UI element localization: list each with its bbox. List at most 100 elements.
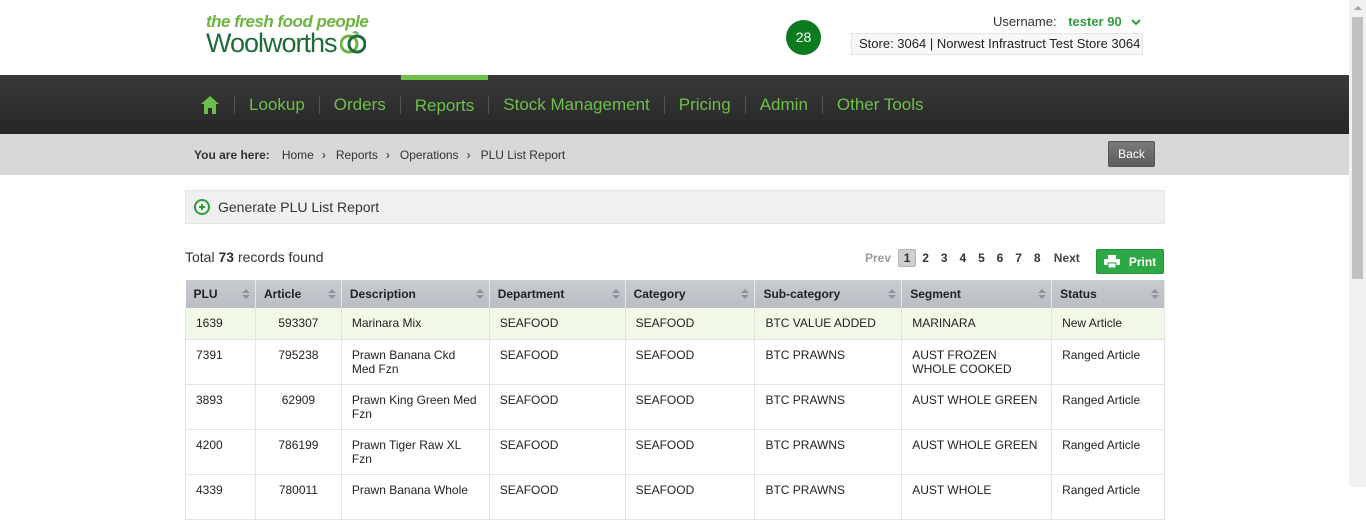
sort-icon[interactable]	[327, 289, 336, 301]
pagination-page[interactable]: 8	[1028, 249, 1046, 267]
cell-sub-category: BTC PRAWNS	[754, 474, 903, 520]
nav-item-stock-management[interactable]: Stock Management	[489, 75, 663, 134]
nav-item-other-tools[interactable]: Other Tools	[823, 75, 938, 134]
print-label: Print	[1128, 254, 1157, 269]
pagination-next[interactable]: Next	[1054, 251, 1080, 265]
table-header-row: PLU Article Description Department Categ…	[185, 280, 1165, 308]
records-suffix: records found	[237, 249, 324, 265]
column-header-segment[interactable]: Segment	[901, 280, 1053, 308]
brand-name: Woolworths	[206, 28, 338, 58]
breadcrumb-home[interactable]: Home	[282, 148, 314, 162]
pagination-page[interactable]: 4	[954, 249, 972, 267]
nav-item-reports[interactable]: Reports	[400, 75, 489, 134]
chevron-right-icon: ›	[385, 147, 390, 162]
cell-sub-category: BTC PRAWNS	[754, 429, 903, 475]
cell-plu: 3893	[185, 384, 256, 430]
column-header-status[interactable]: Status	[1051, 280, 1165, 308]
plus-circle-icon	[194, 199, 210, 215]
back-button[interactable]: Back	[1108, 141, 1155, 167]
cell-sub-category: BTC PRAWNS	[754, 339, 903, 385]
cell-description: Prawn Banana Ckd Med Fzn	[341, 339, 490, 385]
plu-report-table: PLU Article Description Department Categ…	[185, 280, 1165, 520]
pagination-page[interactable]: 1	[898, 249, 917, 267]
cell-segment: AUST WHOLE GREEN	[901, 384, 1053, 430]
nav-item-pricing[interactable]: Pricing	[665, 75, 745, 134]
records-summary: Total 73 records found	[185, 249, 324, 265]
pagination-page[interactable]: 5	[972, 249, 990, 267]
nav-item-lookup[interactable]: Lookup	[235, 75, 319, 134]
cell-category: SEAFOOD	[625, 429, 756, 475]
table-row[interactable]: 1639 593307 Marinara Mix SEAFOOD SEAFOOD…	[185, 308, 1165, 340]
sort-icon[interactable]	[241, 289, 250, 301]
records-prefix: Total	[185, 249, 215, 265]
table-row[interactable]: 4200 786199 Prawn Tiger Raw XL Fzn SEAFO…	[185, 429, 1165, 475]
cell-status: Ranged Article	[1051, 429, 1165, 475]
username-label: Username:	[993, 14, 1057, 29]
sort-icon[interactable]	[611, 289, 620, 301]
table-row[interactable]: 4339 780011 Prawn Banana Whole SEAFOOD S…	[185, 474, 1165, 520]
column-header-article[interactable]: Article	[255, 280, 342, 308]
cell-segment: AUST FROZEN WHOLE COOKED	[901, 339, 1053, 385]
breadcrumb-current: PLU List Report	[480, 147, 566, 162]
home-icon[interactable]	[194, 75, 226, 134]
cell-segment: AUST WHOLE	[901, 474, 1053, 520]
nav-item-admin[interactable]: Admin	[746, 75, 822, 134]
cell-sub-category: BTC VALUE ADDED	[754, 308, 903, 340]
pagination: Prev 1 2 3 4 5 6 7 8 Next	[865, 249, 1080, 267]
cell-department: SEAFOOD	[489, 339, 626, 385]
main-nav: Lookup Orders Reports Stock Management P…	[0, 75, 1349, 134]
printer-icon	[1103, 255, 1120, 268]
page-header: the fresh food people Woolworths 28 User…	[0, 0, 1349, 75]
cell-plu: 7391	[185, 339, 256, 385]
sort-icon[interactable]	[475, 289, 484, 301]
user-menu[interactable]: Username: tester 90	[993, 14, 1142, 29]
pagination-page[interactable]: 6	[991, 249, 1009, 267]
scrollbar-thumb[interactable]	[1352, 17, 1363, 279]
pagination-page[interactable]: 2	[917, 249, 935, 267]
cell-article: 780011	[255, 474, 342, 520]
cell-category: SEAFOOD	[625, 339, 756, 385]
column-header-sub-category[interactable]: Sub-category	[754, 280, 903, 308]
chevron-right-icon: ›	[466, 147, 471, 162]
cell-department: SEAFOOD	[489, 384, 626, 430]
pagination-page[interactable]: 7	[1010, 249, 1028, 267]
records-count: 73	[218, 249, 235, 265]
sort-icon[interactable]	[888, 289, 897, 301]
column-header-description[interactable]: Description	[341, 280, 490, 308]
breadcrumb-operations[interactable]: Operations	[400, 148, 459, 162]
chevron-down-icon[interactable]	[1131, 17, 1142, 29]
table-row[interactable]: 3893 62909 Prawn King Green Med Fzn SEAF…	[185, 384, 1165, 430]
sort-icon[interactable]	[741, 289, 750, 301]
breadcrumb-lead: You are here:	[194, 147, 270, 162]
cell-description: Prawn Banana Whole	[341, 474, 490, 520]
pagination-page[interactable]: 3	[935, 249, 953, 267]
cell-plu: 4339	[185, 474, 256, 520]
cell-segment: MARINARA	[901, 308, 1053, 340]
sort-icon[interactable]	[1038, 289, 1047, 301]
column-header-department[interactable]: Department	[489, 280, 626, 308]
cell-department: SEAFOOD	[489, 429, 626, 475]
cell-description: Prawn King Green Med Fzn	[341, 384, 490, 430]
breadcrumb-reports[interactable]: Reports	[336, 148, 378, 162]
username[interactable]: tester 90	[1068, 14, 1121, 29]
cell-category: SEAFOOD	[625, 474, 756, 520]
store-selector[interactable]: Store: 3064 | Norwest Infrastruct Test S…	[851, 33, 1143, 55]
cell-department: SEAFOOD	[489, 308, 626, 340]
scroll-up-icon[interactable]	[1354, 6, 1362, 10]
nav-item-orders[interactable]: Orders	[320, 75, 400, 134]
vertical-scrollbar[interactable]	[1349, 0, 1366, 487]
cell-plu: 1639	[185, 308, 256, 340]
print-button[interactable]: Print	[1096, 249, 1164, 274]
table-row[interactable]: 7391 795238 Prawn Banana Ckd Med Fzn SEA…	[185, 339, 1165, 385]
generate-report-panel[interactable]: Generate PLU List Report	[185, 190, 1165, 224]
pagination-prev[interactable]: Prev	[865, 251, 891, 265]
notification-badge[interactable]: 28	[786, 20, 821, 55]
column-header-plu[interactable]: PLU	[185, 280, 256, 308]
cell-plu: 4200	[185, 429, 256, 475]
generate-report-label: Generate PLU List Report	[218, 199, 380, 215]
cell-article: 62909	[255, 384, 342, 430]
sort-icon[interactable]	[1151, 289, 1159, 301]
woolworths-logo[interactable]: the fresh food people Woolworths	[206, 12, 369, 58]
cell-status: Ranged Article	[1051, 339, 1165, 385]
column-header-category[interactable]: Category	[625, 280, 756, 308]
